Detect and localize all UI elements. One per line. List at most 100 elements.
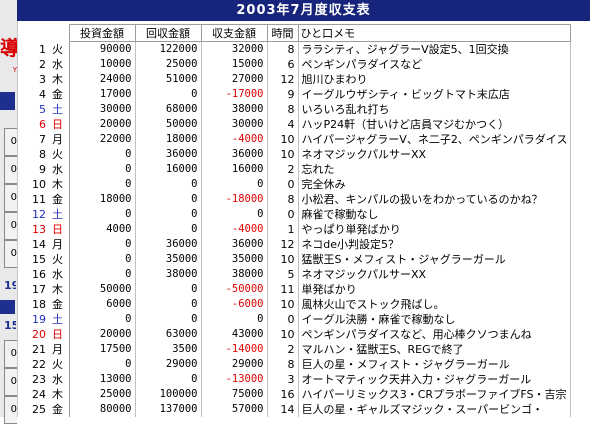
investment-cell[interactable]: 0 (69, 312, 136, 327)
table-row[interactable]: 12 土 0 0 0 0 麻雀で稼動なし (24, 207, 572, 222)
table-row[interactable]: 24 木 25000 100000 75000 16 ハイパーリミックス3・CRプラボーファ… (24, 387, 572, 402)
investment-cell[interactable]: 25000 (69, 387, 136, 402)
balance-cell[interactable]: -13000 (201, 372, 268, 387)
investment-cell[interactable]: 90000 (69, 41, 136, 57)
investment-cell[interactable]: 0 (69, 177, 136, 192)
table-row[interactable]: 1 火 90000 122000 32000 8 ララシティ、ジャグラーV設定5、1回交換 (24, 41, 572, 57)
balance-cell[interactable]: 27000 (201, 72, 268, 87)
memo-cell[interactable]: 巨人の星・ギャルズマジック・スーパービンゴ・ (298, 402, 572, 417)
memo-cell[interactable]: 完全休み (298, 177, 572, 192)
collected-cell[interactable]: 0 (135, 222, 202, 237)
collected-cell[interactable]: 35000 (135, 252, 202, 267)
investment-cell[interactable]: 0 (69, 357, 136, 372)
collected-cell[interactable]: 0 (135, 177, 202, 192)
table-row[interactable]: 23 水 13000 0 -13000 3 オートマティック天井入力・ジャグラーガール (24, 372, 572, 387)
hours-cell[interactable]: 6 (267, 57, 299, 72)
side-button[interactable]: 0 (4, 340, 17, 368)
collected-cell[interactable]: 122000 (135, 41, 202, 57)
investment-cell[interactable]: 6000 (69, 297, 136, 312)
collected-cell[interactable]: 16000 (135, 162, 202, 177)
investment-cell[interactable]: 4000 (69, 222, 136, 237)
memo-cell[interactable]: 小松君、キンパルの扱いをわかっているのかね？ (298, 192, 572, 207)
collected-cell[interactable]: 0 (135, 312, 202, 327)
memo-cell[interactable]: イーグルウザシティ・ビッグトマト末広店 (298, 87, 572, 102)
memo-cell[interactable]: 単発ばかり (298, 282, 572, 297)
table-row[interactable]: 18 金 6000 0 -6000 10 風林火山でストック飛ばし。 (24, 297, 572, 312)
side-button[interactable]: 0 (4, 212, 17, 240)
collected-cell[interactable]: 0 (135, 372, 202, 387)
balance-cell[interactable]: 43000 (201, 327, 268, 342)
table-row[interactable]: 13 日 4000 0 -4000 1 やっぱり単発ばかり (24, 222, 572, 237)
investment-cell[interactable]: 0 (69, 252, 136, 267)
collected-cell[interactable]: 38000 (135, 267, 202, 282)
memo-cell[interactable]: いろいろ乱れ打ち (298, 102, 572, 117)
table-row[interactable]: 8 火 0 36000 36000 10 ネオマジックパルサーXX (24, 147, 572, 162)
balance-cell[interactable]: 75000 (201, 387, 268, 402)
table-row[interactable]: 15 火 0 35000 35000 10 猛獣王S・メフィスト・ジャグラーガール (24, 252, 572, 267)
investment-cell[interactable]: 50000 (69, 282, 136, 297)
collected-cell[interactable]: 36000 (135, 237, 202, 252)
investment-cell[interactable]: 0 (69, 207, 136, 222)
balance-cell[interactable]: 35000 (201, 252, 268, 267)
table-row[interactable]: 7 月 22000 18000 -4000 10 ハイパージャグラーV、ネ二子2、ペンギンパ… (24, 132, 572, 147)
investment-cell[interactable]: 0 (69, 147, 136, 162)
table-row[interactable]: 2 水 10000 25000 15000 6 ペンギンパラダイスなど (24, 57, 572, 72)
memo-cell[interactable]: 旭川ひまわり (298, 72, 572, 87)
balance-cell[interactable]: -4000 (201, 132, 268, 147)
hours-cell[interactable]: 12 (267, 237, 299, 252)
balance-cell[interactable]: 38000 (201, 102, 268, 117)
hours-cell[interactable]: 10 (267, 252, 299, 267)
hours-cell[interactable]: 14 (267, 402, 299, 417)
hours-cell[interactable]: 1 (267, 222, 299, 237)
memo-cell[interactable]: 忘れた (298, 162, 572, 177)
collected-cell[interactable]: 0 (135, 207, 202, 222)
collected-cell[interactable]: 0 (135, 297, 202, 312)
memo-cell[interactable]: ハイパーリミックス3・CRプラボーファイブFS・吉宗 (298, 387, 572, 402)
side-button[interactable]: 0 (4, 396, 17, 424)
investment-cell[interactable]: 22000 (69, 132, 136, 147)
memo-cell[interactable]: ハイパージャグラーV、ネ二子2、ペンギンパラダイス (298, 132, 572, 147)
memo-cell[interactable]: オートマティック天井入力・ジャグラーガール (298, 372, 572, 387)
balance-cell[interactable]: 0 (201, 177, 268, 192)
collected-cell[interactable]: 36000 (135, 147, 202, 162)
balance-cell[interactable]: 29000 (201, 357, 268, 372)
hours-cell[interactable]: 12 (267, 72, 299, 87)
memo-cell[interactable]: ネオマジックパルサーXX (298, 147, 572, 162)
balance-cell[interactable]: -50000 (201, 282, 268, 297)
investment-cell[interactable]: 20000 (69, 117, 136, 132)
memo-cell[interactable]: 風林火山でストック飛ばし。 (298, 297, 572, 312)
hours-cell[interactable]: 3 (267, 372, 299, 387)
memo-cell[interactable]: マルハン・猛獣王S、REGで終了 (298, 342, 572, 357)
memo-cell[interactable]: 麻雀で稼動なし (298, 207, 572, 222)
investment-cell[interactable]: 0 (69, 267, 136, 282)
investment-cell[interactable]: 0 (69, 237, 136, 252)
collected-cell[interactable]: 3500 (135, 342, 202, 357)
hours-cell[interactable]: 0 (267, 312, 299, 327)
hours-cell[interactable]: 4 (267, 117, 299, 132)
collected-cell[interactable]: 0 (135, 282, 202, 297)
memo-cell[interactable]: ペンギンパラダイスなど (298, 57, 572, 72)
table-row[interactable]: 4 金 17000 0 -17000 9 イーグルウザシティ・ビッグトマト末広店 (24, 87, 572, 102)
collected-cell[interactable]: 25000 (135, 57, 202, 72)
table-row[interactable]: 22 火 0 29000 29000 8 巨人の星・メフィスト・ジャグラーガール (24, 357, 572, 372)
memo-cell[interactable]: ララシティ、ジャグラーV設定5、1回交換 (298, 41, 572, 57)
hours-cell[interactable]: 2 (267, 342, 299, 357)
table-row[interactable]: 11 金 18000 0 -18000 8 小松君、キンパルの扱いをわかっているのかね？ (24, 192, 572, 207)
investment-cell[interactable]: 0 (69, 162, 136, 177)
side-button[interactable]: 0 (4, 128, 17, 156)
balance-cell[interactable]: -18000 (201, 192, 268, 207)
table-row[interactable]: 3 木 24000 51000 27000 12 旭川ひまわり (24, 72, 572, 87)
balance-cell[interactable]: 15000 (201, 57, 268, 72)
table-row[interactable]: 25 金 80000 137000 57000 14 巨人の星・ギャルズマジック・スーパービ… (24, 402, 572, 417)
hours-cell[interactable]: 0 (267, 207, 299, 222)
balance-cell[interactable]: -6000 (201, 297, 268, 312)
hours-cell[interactable]: 9 (267, 87, 299, 102)
hours-cell[interactable]: 8 (267, 41, 299, 57)
table-row[interactable]: 17 木 50000 0 -50000 11 単発ばかり (24, 282, 572, 297)
investment-cell[interactable]: 30000 (69, 102, 136, 117)
investment-cell[interactable]: 17500 (69, 342, 136, 357)
hours-cell[interactable]: 8 (267, 102, 299, 117)
table-row[interactable]: 19 土 0 0 0 0 イーグル決勝・麻雀で稼動なし (24, 312, 572, 327)
hours-cell[interactable]: 2 (267, 162, 299, 177)
hours-cell[interactable]: 5 (267, 267, 299, 282)
